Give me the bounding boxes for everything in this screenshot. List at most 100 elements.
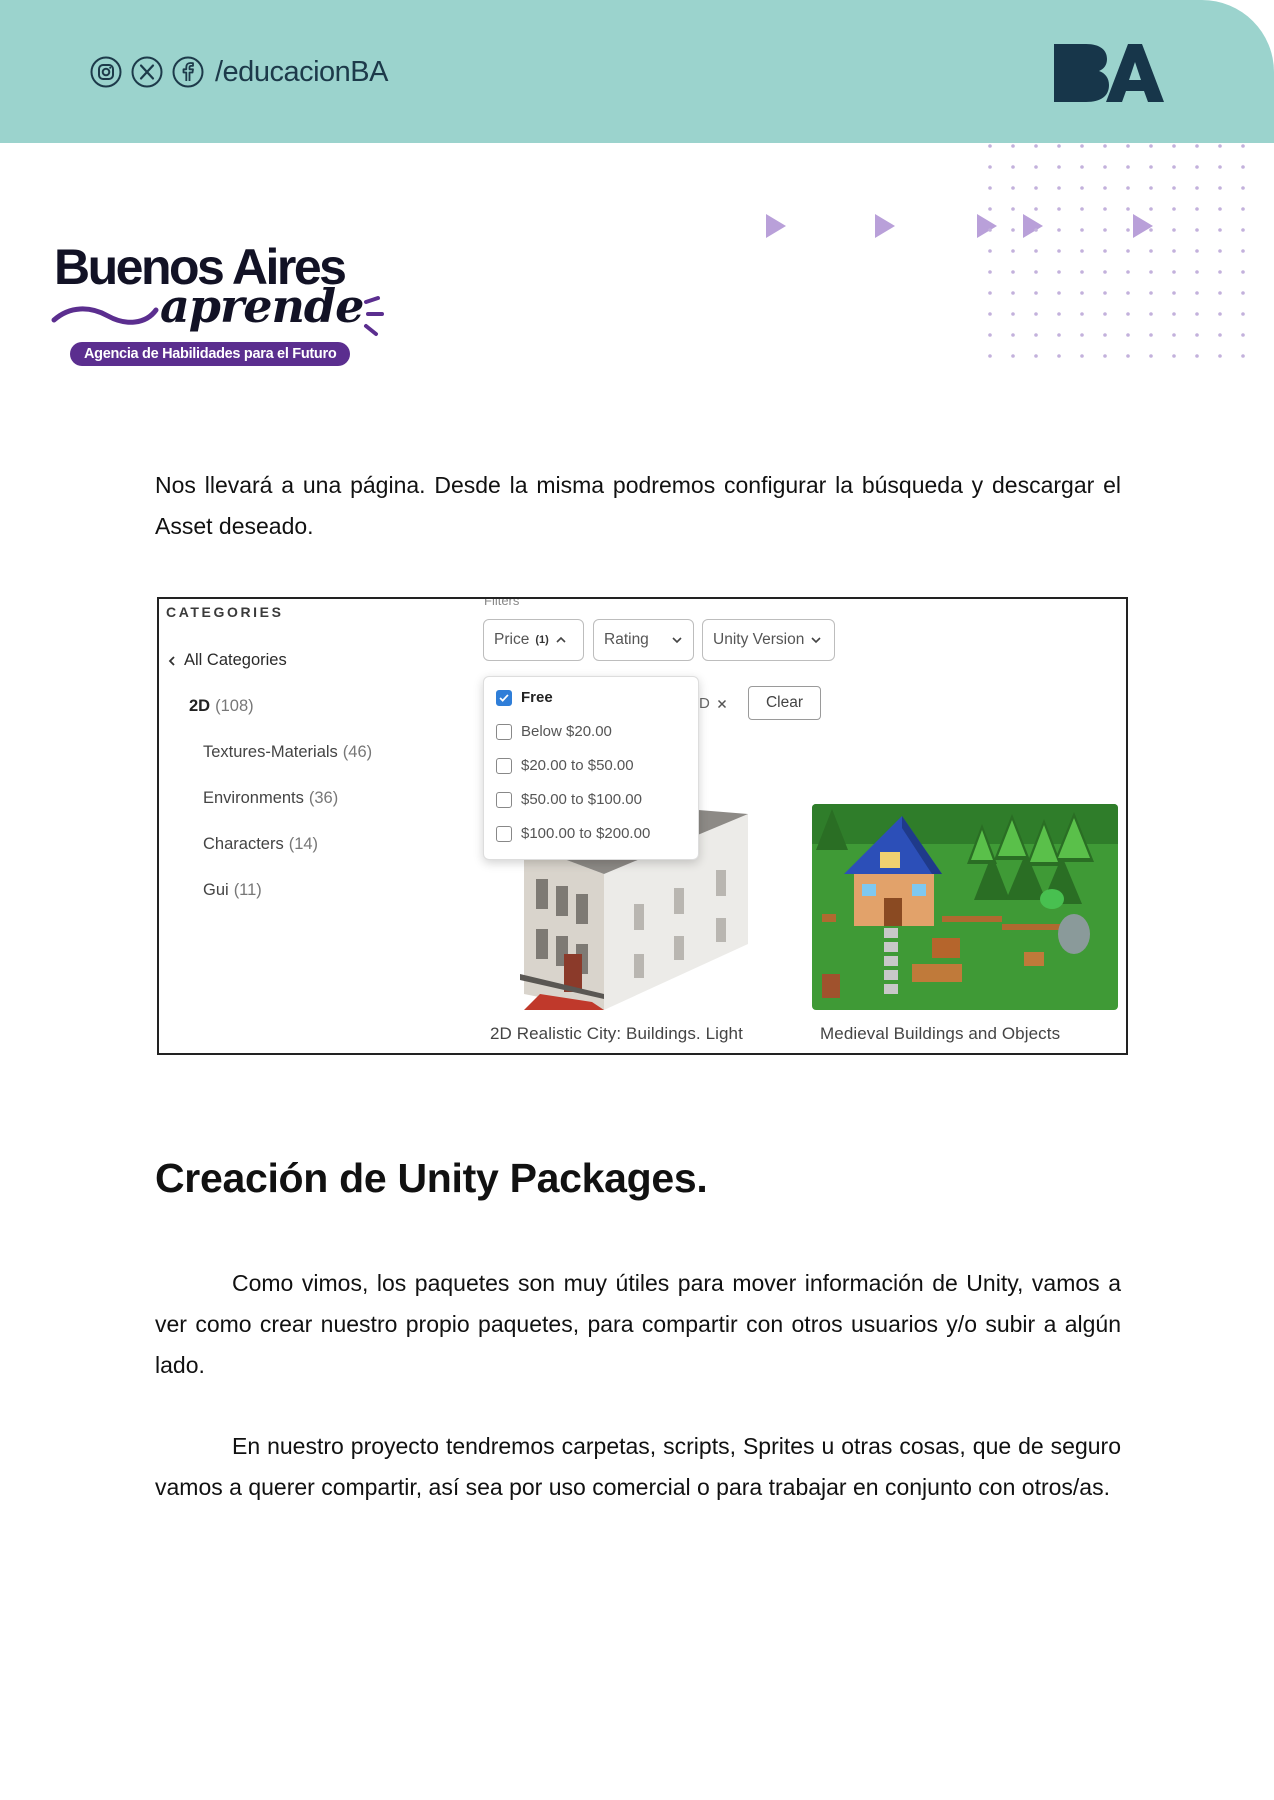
decorative-dot — [1011, 249, 1015, 253]
price-option-label: $100.00 to $200.00 — [521, 825, 651, 842]
decorative-dot — [1172, 333, 1176, 337]
decorative-dot — [1149, 228, 1153, 232]
decorative-dot — [1195, 312, 1199, 316]
checkbox-icon[interactable] — [496, 723, 512, 740]
decorative-dot — [1080, 291, 1084, 295]
social-row: /educacionBA — [90, 55, 388, 89]
decorative-dot — [1172, 207, 1176, 211]
active-filter-chip[interactable]: D — [699, 695, 728, 712]
checkbox-icon[interactable] — [496, 825, 512, 842]
decorative-dot — [1103, 312, 1107, 316]
decorative-dot — [1011, 291, 1015, 295]
all-categories-link[interactable]: All Categories — [166, 651, 287, 670]
price-option-20-to-50[interactable]: $20.00 to $50.00 — [496, 757, 634, 774]
decorative-dot — [1080, 165, 1084, 169]
unity-version-filter-button[interactable]: Unity Version — [702, 619, 835, 661]
decorative-dot — [1218, 270, 1222, 274]
decorative-dot — [1172, 144, 1176, 148]
decorative-dot — [1034, 333, 1038, 337]
decorative-dot — [1126, 354, 1130, 358]
paragraph-project-content: En nuestro proyecto tendremos carpetas, … — [155, 1433, 1121, 1500]
category-environments[interactable]: Environments (36) — [203, 789, 338, 808]
decorative-dot — [1080, 249, 1084, 253]
decorative-dot — [988, 165, 992, 169]
decorative-dot — [1103, 270, 1107, 274]
unity-version-filter-label: Unity Version — [713, 631, 805, 648]
decorative-dot — [1080, 270, 1084, 274]
decorative-dot — [1057, 270, 1061, 274]
decorative-dot — [1195, 165, 1199, 169]
price-option-100-to-200[interactable]: $100.00 to $200.00 — [496, 825, 650, 842]
checkbox-icon[interactable] — [496, 791, 512, 808]
price-option-50-to-100[interactable]: $50.00 to $100.00 — [496, 791, 642, 808]
close-icon[interactable] — [716, 698, 728, 710]
decorative-dot — [988, 291, 992, 295]
decorative-dot — [1103, 354, 1107, 358]
category-count: (46) — [342, 743, 373, 761]
x-icon[interactable] — [131, 56, 163, 88]
decorative-dot — [988, 249, 992, 253]
ba-logo — [1054, 44, 1164, 102]
product-image-medieval[interactable] — [812, 804, 1118, 1010]
decorative-dot — [1195, 270, 1199, 274]
decorative-dot — [1057, 207, 1061, 211]
decorative-dot — [1057, 291, 1061, 295]
decorative-dot — [1057, 312, 1061, 316]
section-title: Creación de Unity Packages. — [155, 1155, 708, 1201]
rating-filter-button[interactable]: Rating — [593, 619, 694, 661]
decorative-dot — [1195, 333, 1199, 337]
price-option-below-20[interactable]: Below $20.00 — [496, 723, 612, 740]
category-name: Textures-Materials — [203, 743, 338, 761]
decorative-dot — [1034, 144, 1038, 148]
category-characters[interactable]: Characters (14) — [203, 835, 318, 854]
price-filter-button[interactable]: Price (1) — [483, 619, 584, 661]
decorative-dot — [1080, 312, 1084, 316]
decorative-dot — [1057, 228, 1061, 232]
decorative-dot — [1126, 291, 1130, 295]
price-option-label: Free — [521, 689, 553, 706]
facebook-icon[interactable] — [172, 56, 204, 88]
decorative-dot — [1011, 165, 1015, 169]
decorative-dot — [1011, 354, 1015, 358]
category-2d[interactable]: 2D (108) — [189, 697, 254, 716]
decorative-dot — [988, 228, 992, 232]
decorative-dot — [1218, 228, 1222, 232]
checkbox-checked-icon[interactable] — [496, 689, 512, 706]
decorative-dot — [1034, 228, 1038, 232]
decorative-dot — [1172, 186, 1176, 190]
decorative-dot — [1011, 228, 1015, 232]
decorative-dot — [1195, 186, 1199, 190]
product-title-medieval[interactable]: Medieval Buildings and Objects — [820, 1024, 1060, 1044]
decorative-dot — [1080, 333, 1084, 337]
clear-filters-button[interactable]: Clear — [748, 686, 821, 720]
decorative-dot — [1126, 207, 1130, 211]
decorative-dot — [1034, 354, 1038, 358]
category-gui[interactable]: Gui (11) — [203, 881, 262, 900]
decorative-dot — [1241, 165, 1245, 169]
decorative-dot — [1126, 333, 1130, 337]
decorative-dot — [1195, 144, 1199, 148]
decorative-dot — [1241, 333, 1245, 337]
category-count: (108) — [215, 697, 254, 715]
active-filter-chip-text: D — [699, 695, 710, 712]
decorative-dot — [988, 270, 992, 274]
decorative-dot — [1126, 228, 1130, 232]
decorative-dot — [1149, 144, 1153, 148]
decorative-dot — [1103, 249, 1107, 253]
decorative-dot — [1034, 165, 1038, 169]
decorative-dot — [1195, 354, 1199, 358]
instagram-icon[interactable] — [90, 56, 122, 88]
price-option-label: $50.00 to $100.00 — [521, 791, 642, 808]
decorative-dot — [1080, 144, 1084, 148]
decorative-dot — [1241, 249, 1245, 253]
price-option-free[interactable]: Free — [496, 689, 553, 706]
social-handle[interactable]: /educacionBA — [215, 56, 388, 89]
product-title-building[interactable]: 2D Realistic City: Buildings. Light — [490, 1024, 743, 1044]
decorative-dot — [1126, 186, 1130, 190]
decorative-dot — [1103, 186, 1107, 190]
category-textures-materials[interactable]: Textures-Materials (46) — [203, 743, 372, 762]
decorative-dot — [1241, 354, 1245, 358]
asset-store-screenshot: CATEGORIES All Categories 2D (108) Textur… — [157, 597, 1128, 1055]
checkbox-icon[interactable] — [496, 757, 512, 774]
chevron-down-icon — [672, 637, 682, 644]
